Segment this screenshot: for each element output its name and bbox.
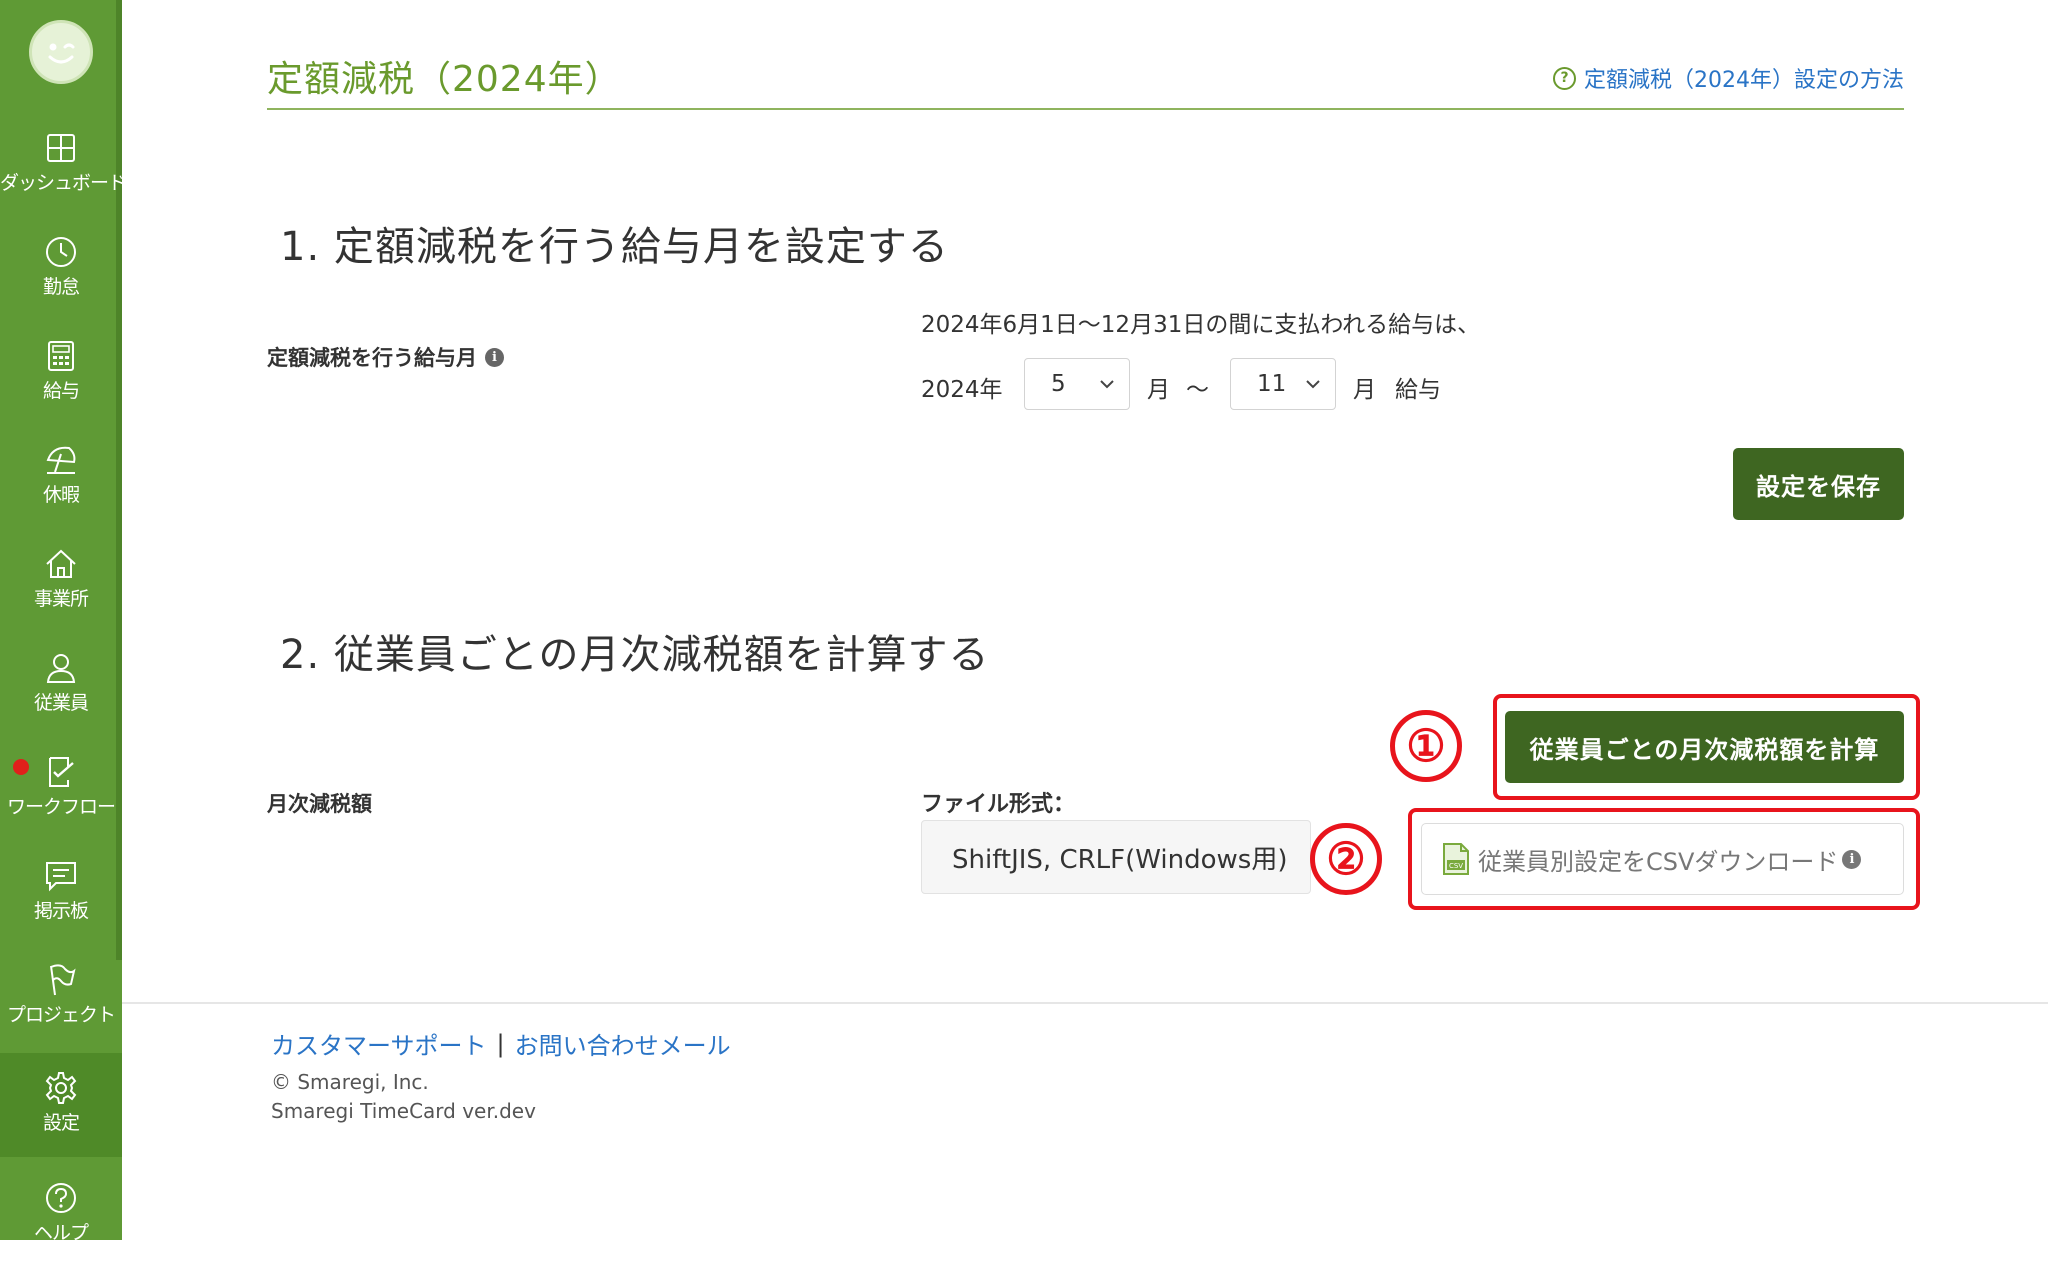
salary-label: 給与 [1395,377,1441,403]
sidebar-item-help[interactable]: ヘルプ [0,1180,122,1284]
csv-download-label: 従業員別設定をCSVダウンロード [1478,847,1839,876]
contact-mail-link[interactable]: お問い合わせメール [515,1026,731,1061]
sidebar-item-settings[interactable]: 設定 [0,1053,122,1157]
clock-icon [46,237,76,267]
sidebar-item-label: 設定 [42,1112,80,1134]
file-format-select[interactable]: ShiftJIS, CRLF(Windows用) [921,820,1311,894]
monthly-reduction-label: 月次減税額 [267,792,372,816]
sidebar-item-label: ダッシュボード [0,172,127,194]
customer-support-link[interactable]: カスタマーサポート [271,1026,487,1061]
footer-separator: | [496,1029,505,1058]
sidebar-item-label: ヘルプ [33,1222,89,1244]
info-icon[interactable]: i [1842,849,1862,869]
year-label: 2024年 [921,377,1003,403]
chevron-down-icon [1100,380,1114,389]
app-logo[interactable] [29,20,93,84]
footer-divider [122,1002,2048,1004]
sidebar-item-dashboard[interactable]: ダッシュボード [0,130,127,234]
start-month-value: 5 [1051,371,1066,397]
copyright-text: © Smaregi, Inc. [271,1070,429,1094]
section2-heading: 2. 従業員ごとの月次減税額を計算する [280,632,990,678]
sidebar-item-workflow[interactable]: ワークフロー [0,754,122,858]
sidebar-item-label: 勤怠 [42,276,80,298]
info-icon[interactable]: i [485,347,504,367]
sidebar-item-employees[interactable]: 従業員 [0,650,122,754]
month-label-start: 月 [1147,377,1170,403]
range-tilde: 〜 [1186,377,1209,403]
notification-dot [13,759,29,775]
sidebar-item-label: 事業所 [33,588,89,610]
file-format-value: ShiftJIS, CRLF(Windows用) [952,844,1288,875]
calculate-monthly-reduction-button[interactable]: 従業員ごとの月次減税額を計算 [1505,711,1904,783]
dashboard-icon [47,134,75,162]
end-month-select[interactable]: 11 [1230,358,1336,410]
annotation-circle-1: ① [1390,710,1462,782]
sidebar-item-label: 休暇 [42,484,80,506]
start-month-select[interactable]: 5 [1024,358,1130,410]
annotation-circle-2: ② [1310,823,1382,895]
calculator-icon [48,341,74,371]
csv-download-button[interactable]: CSV 従業員別設定をCSVダウンロード i [1421,823,1904,895]
sidebar-item-label: 給与 [42,380,80,402]
flag-icon [50,964,76,996]
person-icon [46,654,76,683]
help-icon [46,1183,76,1213]
salary-month-field-label: 定額減税を行う給与月 i [267,342,504,372]
title-divider [267,108,1904,110]
message-icon [46,862,76,892]
save-settings-button[interactable]: 設定を保存 [1733,448,1904,520]
sidebar-item-label: 掲示板 [33,900,89,922]
home-icon [46,549,76,578]
csv-file-icon: CSV [1443,843,1469,875]
checklist-icon [49,757,74,787]
sidebar-item-project[interactable]: プロジェクト [0,962,122,1066]
file-format-label: ファイル形式： [921,792,1076,817]
chevron-down-icon [1306,380,1320,389]
gear-icon [45,1072,77,1104]
sidebar-item-attendance[interactable]: 勤怠 [0,234,122,338]
sidebar-item-office[interactable]: 事業所 [0,546,122,650]
period-note: 2024年6月1日〜12月31日の間に支払われる給与は、 [921,312,1481,338]
sidebar-item-bulletin[interactable]: 掲示板 [0,858,122,962]
sidebar-item-label: プロジェクト [6,1004,116,1026]
help-link-label: 定額減税（2024年）設定の方法 [1584,68,1904,93]
umbrella-icon [46,446,76,474]
sidebar-item-vacation[interactable]: 休暇 [0,442,122,546]
month-label-end: 月 [1353,377,1376,403]
help-link[interactable]: ? 定額減税（2024年）設定の方法 [1553,62,1904,94]
question-icon: ? [1553,66,1576,90]
footer-links: カスタマーサポート | お問い合わせメール [271,1026,731,1061]
sidebar-item-label: ワークフロー [6,796,116,818]
svg-text:CSV: CSV [1449,862,1463,870]
section1-heading: 1. 定額減税を行う給与月を設定する [280,224,949,270]
sidebar-item-salary[interactable]: 給与 [0,338,122,442]
end-month-value: 11 [1257,371,1287,397]
page-title: 定額減税（2024年） [267,59,622,100]
version-text: Smaregi TimeCard ver.dev [271,1099,536,1123]
sidebar: ダッシュボード 勤怠 給与 休暇 事業所 従業員 ワークフロー 掲示板 プロジェ… [0,0,127,1244]
sidebar-item-label: 従業員 [33,692,89,714]
salary-month-label: 定額減税を行う給与月 [267,346,477,370]
